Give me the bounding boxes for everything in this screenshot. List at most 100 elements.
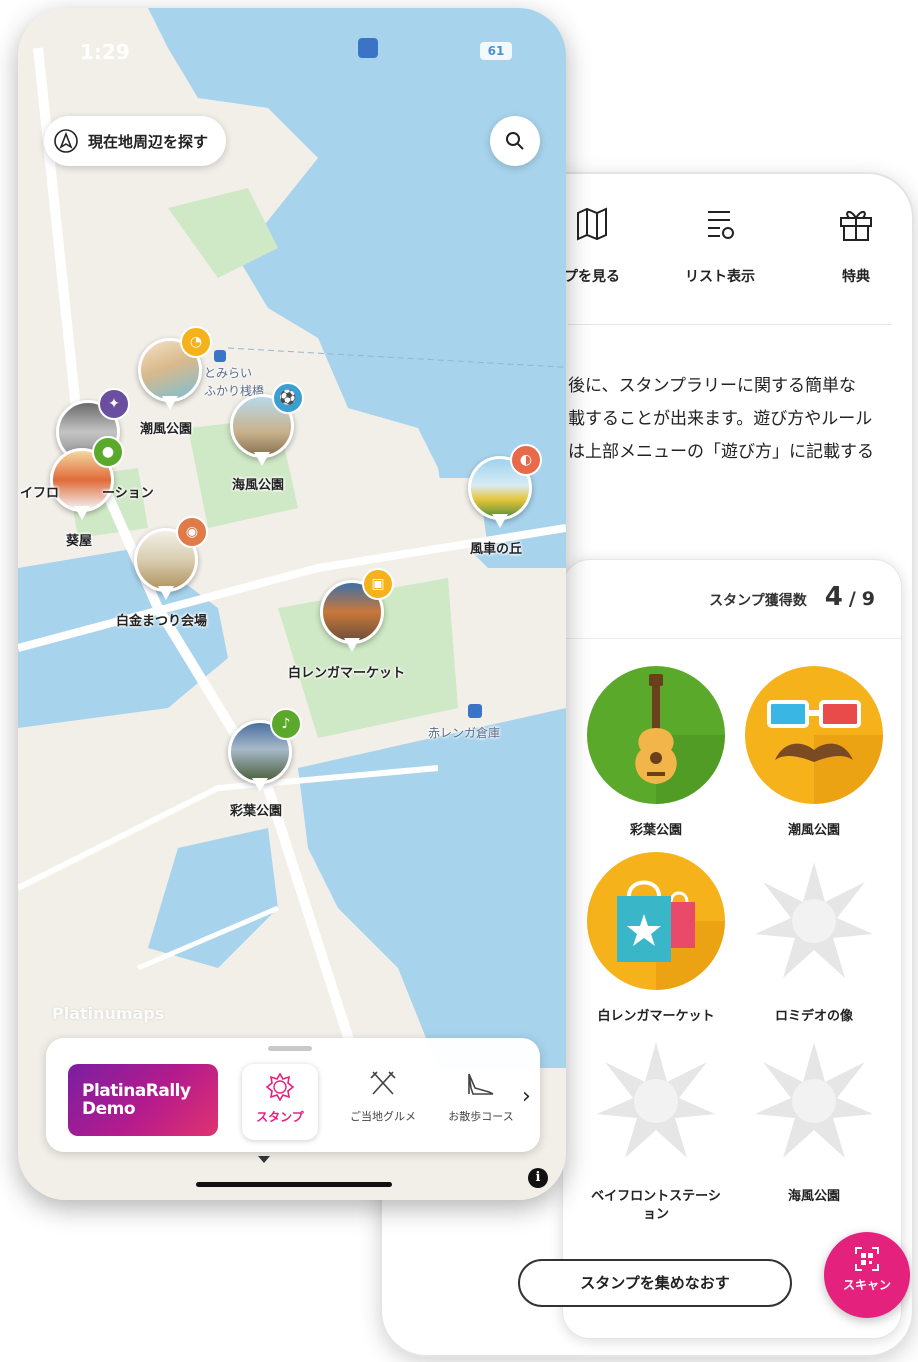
pin-label: 潮風公園 [140, 422, 193, 437]
search-icon [506, 132, 524, 150]
navigation-arrow-icon [54, 129, 78, 153]
map-pin[interactable]: ◐ [468, 444, 542, 534]
soccer-ball-icon: ⚽ [272, 382, 304, 414]
pin-tip [74, 506, 90, 520]
glasses-icon: ◐ [510, 444, 542, 476]
map-pin[interactable]: ⚽ [230, 382, 304, 472]
gift-icon [840, 211, 872, 241]
shopping-bag-icon: ▣ [362, 568, 394, 600]
description-line: 載することが出来ます。遊び方やルール [568, 409, 873, 429]
recollect-stamps-button[interactable]: スタンプを集めなおす [518, 1259, 792, 1307]
stamp-count-total: 9 [861, 588, 875, 610]
placeholder-star-icon [755, 862, 873, 978]
map-icon [577, 207, 607, 241]
brand-card[interactable]: PlatinaRally Demo [68, 1064, 218, 1136]
info-icon[interactable]: i [528, 1168, 548, 1188]
pin-label: 白レンガマーケット [288, 666, 406, 681]
stamp-item[interactable]: 彩葉公園 [581, 666, 731, 840]
tab-walking-course[interactable]: お散歩コース [436, 1068, 526, 1124]
status-time: 1:29 [80, 40, 130, 64]
place-label: 赤レンガ倉庫 [428, 726, 501, 740]
stamp-count-separator: / [848, 588, 856, 610]
map-pin[interactable]: ◔ [138, 326, 212, 416]
stamp-name: 彩葉公園 [629, 823, 682, 838]
pin-tip [252, 778, 268, 792]
station-icon [468, 704, 482, 718]
location-icon [358, 38, 378, 58]
high-heel-icon [468, 1073, 494, 1095]
placeholder-star-icon [597, 1042, 715, 1158]
food-icon: ● [92, 436, 124, 468]
telescope-icon: ✦ [98, 388, 130, 420]
stamp-name: ロミデオの像 [774, 1009, 853, 1024]
scan-label: スキャン [842, 1278, 891, 1292]
drum-icon: ◉ [176, 516, 208, 548]
stamp-name: 海風公園 [787, 1189, 840, 1204]
mustache-glasses-icon: ◔ [180, 326, 212, 358]
map-screen: 1:29 61 現在地周辺を探す とみらい ふかり桟橋 赤レンガ倉庫 ◔ 潮風公… [18, 8, 566, 1200]
shopping-bag-icon [587, 852, 725, 990]
pin-label: 葵屋 [66, 534, 93, 549]
search-nearby-button[interactable]: 現在地周辺を探す [44, 116, 227, 166]
map-pin[interactable]: ▣ [320, 568, 394, 658]
map-pin[interactable]: ◉ [134, 516, 208, 606]
stamp-item[interactable]: ロミデオの像 [739, 852, 889, 1026]
stamp-item[interactable]: 白レンガマーケット [581, 852, 731, 1026]
pin-label: 彩葉公園 [230, 804, 283, 819]
bottom-sheet[interactable]: PlatinaRally Demo スタンプ ご当地グルメ お散歩コース › [46, 1038, 540, 1152]
menu-item-list[interactable]: リスト表示 [660, 204, 780, 286]
scan-button[interactable]: スキャン [824, 1232, 910, 1318]
stamp-item[interactable]: 潮風公園 [739, 666, 889, 840]
stamp-item[interactable]: ベイフロントステーション [581, 1032, 731, 1224]
station-icon [214, 350, 226, 362]
menu-divider [568, 324, 892, 325]
chevron-right-icon[interactable]: › [522, 1084, 531, 1109]
pin-tip [162, 396, 178, 410]
description-line: は上部メニューの「遊び方」に記載する [568, 442, 874, 462]
brand-line-2: Demo [82, 1099, 136, 1119]
pin-tip [254, 452, 270, 466]
tab-stamp[interactable]: スタンプ [242, 1064, 318, 1140]
map-watermark: Platinumaps [52, 1004, 165, 1023]
menu-label-benefits: 特典 [842, 269, 870, 285]
pin-label: ーション [102, 486, 154, 501]
pin-label: 風車の丘 [470, 542, 523, 557]
placeholder-star-icon [755, 1042, 873, 1158]
guitar-icon [587, 666, 725, 804]
pin-tip [492, 514, 508, 528]
stamp-card: スタンプ獲得数 4 / 9 彩葉公園 潮風公園 白レンガマーケット ロミデオの像… [562, 559, 902, 1339]
pin-tip [344, 638, 360, 652]
stamp-name: ベイフロントステーション [591, 1189, 721, 1222]
tab-local-gourmet-label: ご当地グルメ [350, 1110, 416, 1123]
pin-tip [158, 586, 174, 600]
chevron-down-icon[interactable] [258, 1156, 270, 1163]
list-icon [708, 211, 734, 239]
description: 後に、スタンプラリーに関する簡単な 載することが出来ます。遊び方やルール は上部… [568, 370, 908, 469]
pin-label-fragment: イフロ [20, 486, 60, 501]
sheet-handle[interactable] [268, 1046, 312, 1051]
tab-local-gourmet[interactable]: ご当地グルメ [338, 1068, 428, 1124]
stamp-name: 白レンガマーケット [597, 1009, 715, 1024]
mustache-glasses-icon [745, 666, 883, 804]
map-search-button[interactable] [490, 116, 540, 166]
search-nearby-label: 現在地周辺を探す [88, 132, 209, 151]
stamp-icon [265, 1072, 295, 1102]
stamp-count-value: 4 [824, 582, 843, 612]
stamp-name: 潮風公園 [787, 823, 840, 838]
stamp-count: スタンプ獲得数 4 / 9 [709, 582, 875, 612]
menu-label-list: リスト表示 [685, 269, 755, 285]
pin-label: 海風公園 [232, 478, 285, 493]
map-pin[interactable]: ♪ [228, 708, 302, 798]
description-line: 後に、スタンプラリーに関する簡単な [568, 376, 856, 396]
menu-item-benefits[interactable]: 特典 [796, 204, 912, 286]
card-divider [563, 638, 901, 639]
fork-knife-icon [370, 1071, 396, 1095]
place-label: とみらい [204, 366, 253, 380]
stamp-count-label: スタンプ獲得数 [709, 593, 807, 609]
tab-walking-course-label: お散歩コース [448, 1110, 514, 1123]
home-indicator[interactable] [196, 1182, 392, 1187]
battery-icon: 61 [480, 42, 512, 60]
qr-scan-icon [855, 1247, 879, 1271]
brand-line-1: PlatinaRally [82, 1081, 191, 1101]
stamp-item[interactable]: 海風公園 [739, 1032, 889, 1206]
